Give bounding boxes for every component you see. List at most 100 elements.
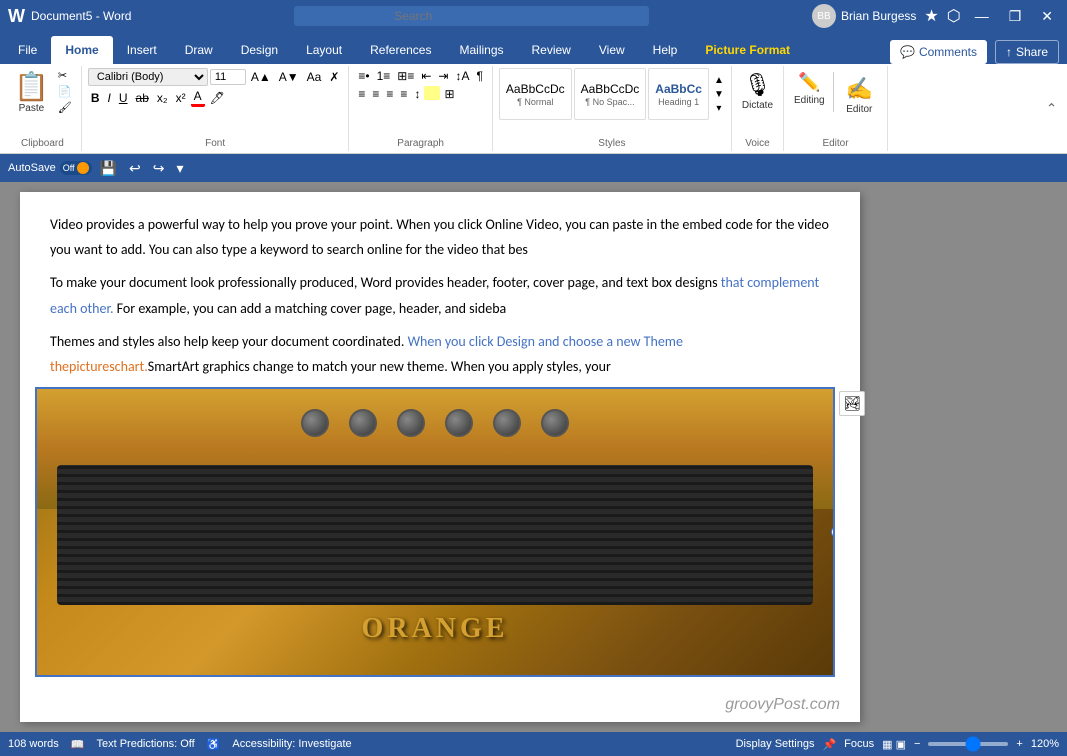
ribbon-tabs-right: 💬 Comments ↑ Share: [890, 40, 1067, 64]
multilevel-list-button[interactable]: ⊞≡: [394, 68, 417, 84]
underline-button[interactable]: U: [116, 90, 131, 106]
align-left-button[interactable]: ≡: [355, 86, 368, 102]
redo-button[interactable]: ↪: [149, 158, 169, 179]
style-normal[interactable]: AaBbCcDc ¶ Normal: [499, 68, 572, 120]
toggle-thumb: [77, 162, 89, 174]
style-no-spacing-preview: AaBbCcDc: [581, 81, 640, 98]
tab-file[interactable]: File: [4, 36, 51, 64]
styles-scroll-up[interactable]: ▲: [713, 74, 725, 87]
tab-design[interactable]: Design: [227, 36, 292, 64]
highlight-button[interactable]: 🖊: [207, 90, 228, 106]
strikethrough-button[interactable]: ab: [133, 90, 152, 106]
font-row2: B I U ab x₂ x² A 🖊: [88, 88, 343, 107]
amp-controls: [301, 409, 569, 437]
autosave-toggle[interactable]: Off: [60, 161, 92, 175]
superscript-button[interactable]: x²: [173, 90, 189, 106]
editing-icon: ✏️: [798, 72, 820, 93]
tab-insert[interactable]: Insert: [113, 36, 171, 64]
customize-qat-button[interactable]: ▾: [172, 158, 187, 179]
borders-button[interactable]: ⊞: [441, 86, 457, 102]
ribbon: 📋 Paste ✂ 📄 🖌 Clipboard Calibri (Body): [0, 64, 1067, 154]
focus-label[interactable]: Focus: [844, 738, 874, 750]
bold-button[interactable]: B: [88, 90, 103, 106]
font-label: Font: [205, 138, 225, 149]
amp-image[interactable]: ORANGE: [35, 387, 835, 677]
undo-button[interactable]: ↩: [125, 158, 145, 179]
style-no-spacing[interactable]: AaBbCcDc ¶ No Spac...: [574, 68, 647, 120]
voice-label: Voice: [745, 138, 769, 149]
share2-icon: ⬡: [947, 6, 961, 26]
show-paragraph-button[interactable]: ¶: [473, 68, 485, 84]
selection-handle[interactable]: [831, 526, 835, 538]
clipboard-controls: 📋 Paste ✂ 📄 🖌: [10, 68, 75, 116]
format-painter-button[interactable]: 🖌: [55, 100, 75, 115]
paste-button[interactable]: 📋 Paste: [10, 68, 53, 116]
tab-picture-format[interactable]: Picture Format: [691, 36, 804, 64]
save-button[interactable]: 💾: [96, 158, 121, 179]
change-case-button[interactable]: Aa: [304, 69, 325, 85]
minimize-button[interactable]: —: [969, 6, 995, 26]
tab-draw[interactable]: Draw: [171, 36, 227, 64]
justify-button[interactable]: ≡: [397, 86, 410, 102]
comments-button[interactable]: 💬 Comments: [890, 40, 987, 64]
autosave-label: AutoSave: [8, 162, 56, 174]
style-heading1-name: Heading 1: [655, 97, 702, 107]
editor-button[interactable]: ✍ Editor: [842, 72, 877, 119]
close-button[interactable]: ✕: [1035, 6, 1059, 27]
align-right-button[interactable]: ≡: [383, 86, 396, 102]
image-layout-icon[interactable]: 🏞: [839, 391, 865, 416]
font-size-input[interactable]: [210, 69, 246, 85]
accessibility-status: Accessibility: Investigate: [232, 738, 351, 750]
subscript-button[interactable]: x₂: [154, 90, 171, 106]
ribbon-tabs: File Home Insert Draw Design Layout Refe…: [0, 32, 1067, 64]
shading-button[interactable]: [424, 86, 440, 100]
amp-grill: [57, 465, 813, 605]
tab-layout[interactable]: Layout: [292, 36, 356, 64]
zoom-level: 120%: [1031, 738, 1059, 750]
editor-icon: ✍: [846, 76, 873, 102]
line-spacing-button[interactable]: ↕: [411, 86, 423, 102]
search-input[interactable]: [294, 6, 649, 26]
increase-font-button[interactable]: A▲: [248, 69, 274, 85]
document-page[interactable]: Video provides a powerful way to help yo…: [20, 192, 860, 722]
user-name: Brian Burgess: [841, 9, 916, 23]
knob-6: [541, 409, 569, 437]
share-button[interactable]: ↑ Share: [995, 40, 1059, 64]
cut-button[interactable]: ✂: [55, 68, 75, 83]
save-icon: 💾: [100, 160, 117, 176]
tab-review[interactable]: Review: [518, 36, 585, 64]
italic-button[interactable]: I: [105, 90, 114, 106]
tab-help[interactable]: Help: [639, 36, 692, 64]
styles-scroll-down[interactable]: ▼: [713, 88, 725, 101]
tab-references[interactable]: References: [356, 36, 445, 64]
zoom-slider[interactable]: [928, 742, 1008, 746]
minus-icon: −: [914, 738, 920, 750]
tab-mailings[interactable]: Mailings: [445, 36, 517, 64]
display-settings[interactable]: Display Settings: [736, 738, 815, 750]
styles-group: AaBbCcDc ¶ Normal AaBbCcDc ¶ No Spac... …: [493, 66, 732, 151]
decrease-indent-button[interactable]: ⇤: [418, 68, 434, 84]
clear-format-button[interactable]: ✗: [326, 69, 342, 85]
increase-indent-button[interactable]: ⇥: [435, 68, 451, 84]
dictate-button[interactable]: 🎙 Dictate: [738, 68, 777, 115]
styles-label: Styles: [598, 138, 625, 149]
decrease-font-button[interactable]: A▼: [276, 69, 302, 85]
voice-section: 🎙 Dictate: [738, 68, 777, 115]
autosave-control: AutoSave Off: [8, 161, 92, 175]
font-color-button[interactable]: A: [191, 88, 205, 107]
copy-button[interactable]: 📄: [55, 84, 75, 99]
bullets-button[interactable]: ≡•: [355, 68, 372, 84]
font-name-select[interactable]: Calibri (Body): [88, 68, 208, 86]
style-heading1[interactable]: AaBbCc Heading 1: [648, 68, 709, 120]
cut-icon: ✂: [58, 69, 67, 82]
align-center-button[interactable]: ≡: [369, 86, 382, 102]
tab-view[interactable]: View: [585, 36, 639, 64]
numbering-button[interactable]: 1≡: [374, 68, 394, 84]
styles-more[interactable]: ▾: [713, 102, 725, 115]
sort-button[interactable]: ↕A: [452, 68, 472, 84]
restore-button[interactable]: ❐: [1003, 6, 1028, 27]
knob-5: [493, 409, 521, 437]
ribbon-collapse-button[interactable]: ⌃: [1040, 66, 1063, 151]
tab-home[interactable]: Home: [51, 36, 112, 64]
knob-2: [349, 409, 377, 437]
